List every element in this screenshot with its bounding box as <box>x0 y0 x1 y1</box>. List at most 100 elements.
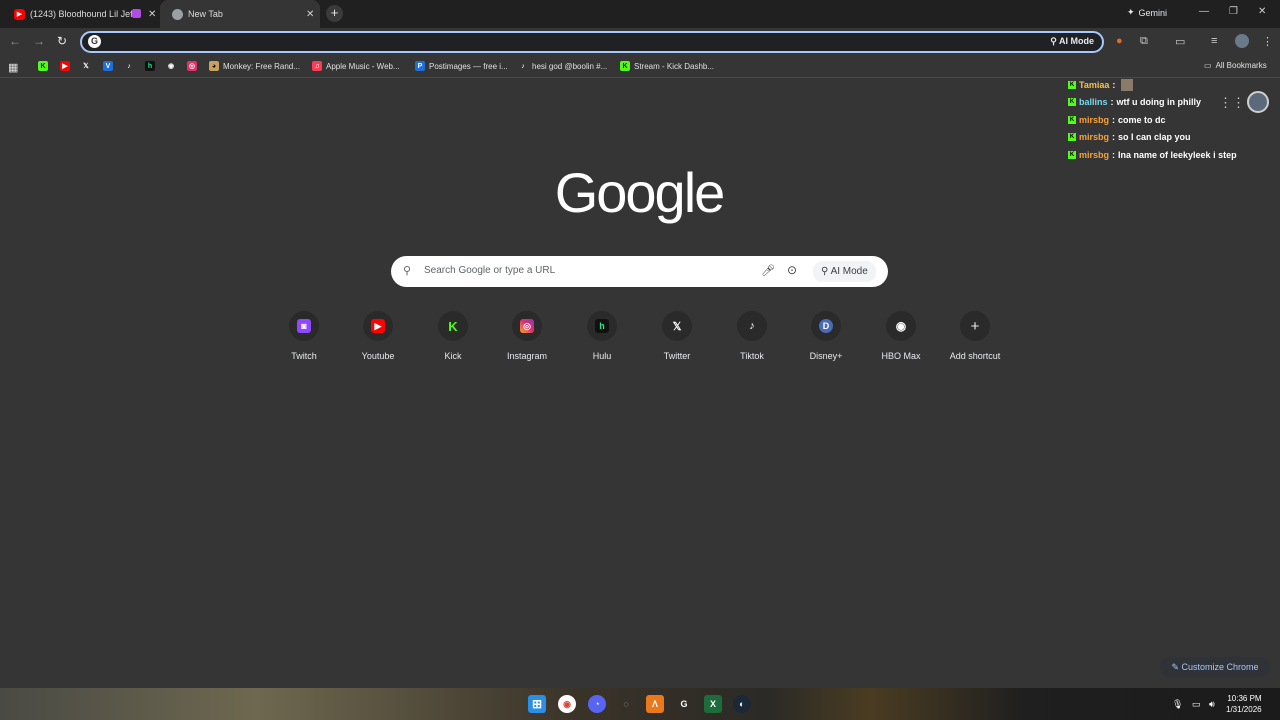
omnibox[interactable]: G ⚲ AI Mode <box>80 31 1104 53</box>
clock-date: 1/31/2026 <box>1226 705 1262 714</box>
chat-username: mirsbg <box>1079 149 1110 160</box>
google-account-avatar[interactable] <box>1247 91 1269 113</box>
kick-badge-icon: K <box>1068 133 1076 142</box>
bookmark-postimages[interactable]: P Postimages — free i... <box>415 61 508 71</box>
emote-icon <box>1121 78 1134 91</box>
all-bookmarks-label: All Bookmarks <box>1215 61 1267 70</box>
ai-mode-button[interactable]: ⚲ AI Mode <box>813 261 876 282</box>
shortcut-youtube[interactable]: ▶ Youtube <box>341 311 415 361</box>
chat-username: ballins <box>1079 97 1108 108</box>
shortcut-label: HBO Max <box>881 351 921 361</box>
cast-icon[interactable]: ▭ <box>1175 35 1185 48</box>
bookmark-label: Stream - Kick Dashb... <box>634 61 715 71</box>
tab-youtube[interactable]: ▶ (1243) Bloodhound Lil Jeff ✕ <box>8 0 160 28</box>
chrome-taskbar-icon[interactable]: ◉ <box>558 695 576 713</box>
shortcut-disney[interactable]: D Disney+ <box>789 311 863 361</box>
maximize-icon[interactable]: ❐ <box>1229 6 1238 17</box>
reload-icon[interactable]: ↻ <box>57 34 67 48</box>
bookmark-label: Postimages — free i... <box>429 61 508 71</box>
steam-icon[interactable]: ◐ <box>733 695 751 713</box>
media-controls-icon[interactable]: ≡ <box>1211 35 1217 47</box>
hbomax-icon: ◉ <box>895 319 907 333</box>
excel-icon[interactable]: X <box>704 695 722 713</box>
youtube-icon: ▶ <box>14 8 25 20</box>
windows-start-icon[interactable]: ⊞ <box>528 695 546 713</box>
bookmark-hulu-icon[interactable]: h <box>145 61 155 71</box>
bookmark-kick-stream[interactable]: K Stream - Kick Dashb... <box>620 61 714 71</box>
chrome-icon <box>172 8 183 20</box>
app-icon[interactable]: Λ <box>646 695 664 713</box>
close-window-icon[interactable]: ✕ <box>1258 6 1266 17</box>
twitch-icon: ◙ <box>297 319 311 333</box>
shortcut-tiktok[interactable]: ♪ Tiktok <box>715 311 789 361</box>
chat-message: Kmirsbg: Ina name of leekyleek i step <box>1068 149 1237 160</box>
shortcut-instagram[interactable]: ◎ Instagram <box>490 311 564 361</box>
shortcut-kick[interactable]: K Kick <box>416 311 490 361</box>
search-box[interactable]: ⚲ Search Google or type a URL 🎤︎ ⊙ ⚲ AI … <box>391 256 888 287</box>
chat-username: mirsbg <box>1079 114 1110 125</box>
x-icon: 𝕏 <box>672 320 682 333</box>
bookmark-youtube-icon[interactable]: ▶ <box>60 61 70 71</box>
all-bookmarks[interactable]: ▭ All Bookmarks <box>1204 61 1267 70</box>
bookmark-shield-icon[interactable]: V <box>103 61 113 71</box>
bookmark-instagram-icon[interactable]: ◎ <box>187 61 197 71</box>
minimize-icon[interactable]: — <box>1199 6 1209 17</box>
bookmark-monkey[interactable]: ◕ Monkey: Free Rand... <box>209 61 300 71</box>
search-placeholder: Search Google or type a URL <box>424 265 556 276</box>
gemini-button[interactable]: ✦ Gemini <box>1127 7 1167 18</box>
customize-chrome-button[interactable]: ✎ Customize Chrome <box>1160 657 1270 677</box>
bookmark-tiktok-icon[interactable]: ♪ <box>124 61 134 71</box>
clock-time: 10:36 PM <box>1227 694 1262 703</box>
customize-label: Customize Chrome <box>1181 662 1259 672</box>
bookmark-tiktok[interactable]: ♪ hesi god @boolin #... <box>518 61 607 71</box>
bookmark-x-icon[interactable]: 𝕏 <box>81 61 91 71</box>
obs-icon[interactable]: ◌ <box>617 695 635 713</box>
extension-icon[interactable]: ● <box>1116 35 1123 47</box>
windows-taskbar <box>0 688 1280 720</box>
bookmark-label: hesi god @boolin #... <box>532 61 608 71</box>
omnibox-ai-mode-button[interactable]: ⚲ AI Mode <box>1050 36 1094 47</box>
extensions-puzzle-icon[interactable]: ⧉ <box>1140 35 1148 48</box>
pencil-icon: ✎ <box>1171 662 1179 672</box>
close-tab-icon[interactable]: ✕ <box>148 9 156 20</box>
ai-mode-label: AI Mode <box>1059 36 1094 46</box>
shortcut-hbomax[interactable]: ◉ HBO Max <box>864 311 938 361</box>
new-tab-button[interactable]: + <box>326 5 343 22</box>
kick-badge-icon: K <box>1068 98 1076 107</box>
shortcut-label: Kick <box>444 351 462 361</box>
kick-icon: K <box>448 318 458 334</box>
microphone-tray-icon[interactable]: 🎙︎ <box>1172 699 1183 710</box>
bookmark-label: Apple Music - Web... <box>326 61 400 71</box>
shortcut-twitter[interactable]: 𝕏 Twitter <box>640 311 714 361</box>
network-icon[interactable]: ▭ <box>1192 699 1201 710</box>
shortcut-twitch[interactable]: ◙ Twitch <box>267 311 341 361</box>
chat-text: wtf u doing in philly <box>1116 97 1202 108</box>
bookmark-hbomax-icon[interactable]: ◉ <box>166 61 176 71</box>
shortcut-label: Tiktok <box>740 351 764 361</box>
tab-new-tab[interactable]: New Tab ✕ <box>160 0 320 28</box>
bookmark-kick-icon[interactable]: K <box>38 61 48 71</box>
shortcut-label: Disney+ <box>809 351 843 361</box>
chat-username: Tamiaa <box>1079 79 1110 90</box>
kick-badge-icon: K <box>1068 150 1076 159</box>
add-shortcut-button[interactable]: + Add shortcut <box>938 311 1012 361</box>
shortcut-hulu[interactable]: h Hulu <box>565 311 639 361</box>
hulu-icon: h <box>595 319 609 333</box>
profile-avatar-icon[interactable] <box>1235 34 1249 48</box>
bookmark-apple-music[interactable]: ♫ Apple Music - Web... <box>312 61 400 71</box>
microphone-icon[interactable]: 🎤︎ <box>761 264 775 277</box>
disney-icon: D <box>819 319 833 333</box>
forward-icon[interactable]: → <box>33 34 45 48</box>
discord-icon[interactable]: ◔ <box>588 695 606 713</box>
chat-text: so I can clap you <box>1118 132 1191 143</box>
g-app-icon[interactable]: G <box>675 695 693 713</box>
menu-kebab-icon[interactable]: ⋮ <box>1262 35 1273 48</box>
postimages-icon: P <box>415 61 425 71</box>
system-clock[interactable]: 10:36 PM 1/31/2026 <box>1226 693 1262 715</box>
apps-grid-icon[interactable]: ▦ <box>8 61 18 74</box>
chat-username: mirsbg <box>1079 132 1110 143</box>
back-icon[interactable]: ← <box>9 34 21 48</box>
volume-icon[interactable]: 🔊︎ <box>1209 699 1215 710</box>
close-tab-icon[interactable]: ✕ <box>306 9 314 20</box>
google-lens-icon[interactable]: ⊙ <box>787 263 797 277</box>
